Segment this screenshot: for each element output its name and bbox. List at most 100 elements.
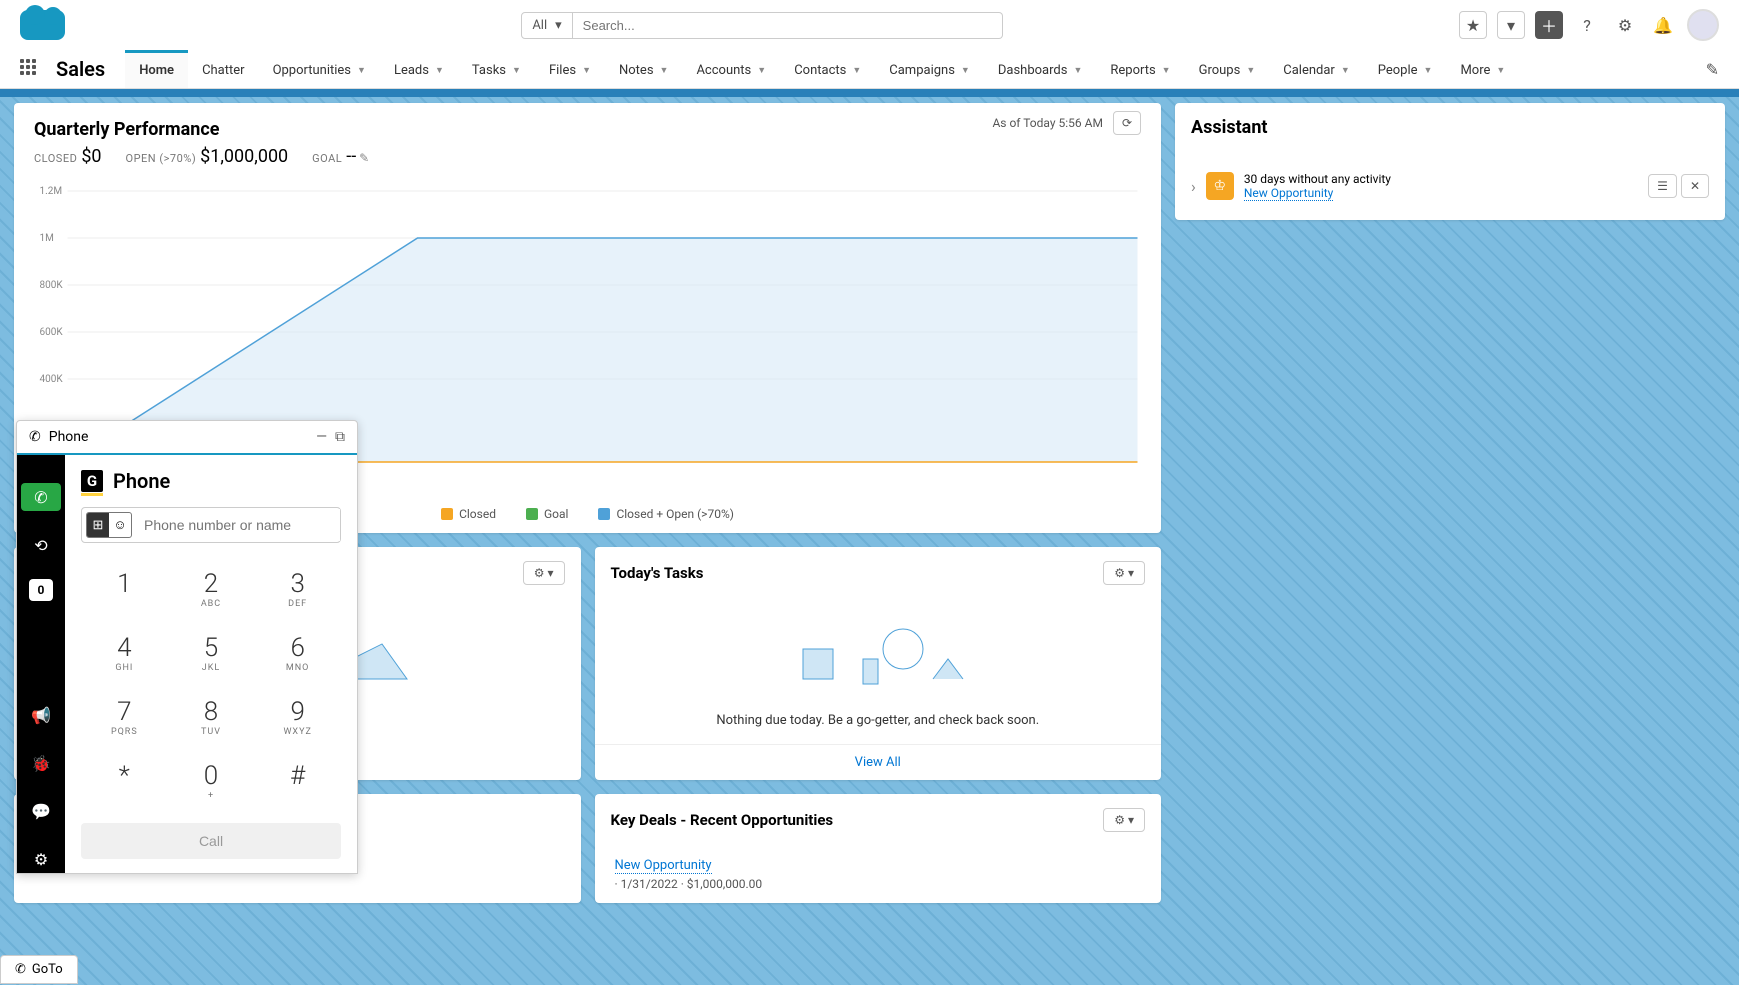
svg-text:Feb: Feb [418,467,436,469]
dialkey-0[interactable]: 0+ [168,749,255,813]
events-filter-button[interactable]: ⚙ ▾ [523,561,565,585]
app-launcher-icon[interactable] [20,59,40,79]
phone-number-input[interactable] [136,509,340,541]
svg-text:600K: 600K [40,327,64,338]
edit-nav-pencil-icon[interactable]: ✎ [1706,60,1719,79]
popout-button[interactable]: ⧉ [335,429,345,445]
chevron-down-icon: ▼ [512,65,521,76]
search-scope-label: All [532,18,547,33]
phone-tab-icon[interactable]: ✆ [21,483,61,511]
nav-tab-people[interactable]: People▼ [1364,50,1447,88]
notifications-bell-icon[interactable]: 🔔 [1649,11,1677,39]
dialkey-*[interactable]: * [81,749,168,813]
legend-closed-open: Closed + Open (>70%) [616,507,733,521]
nav-tab-chatter[interactable]: Chatter [188,50,259,88]
favorites-button[interactable]: ★ [1459,11,1487,39]
edit-goal-pencil-icon[interactable]: ✎ [359,151,369,165]
dialkey-3[interactable]: 3DEF [254,557,341,621]
chevron-down-icon: ▼ [660,65,669,76]
voicemail-count-badge[interactable]: 0 [29,579,53,601]
tasks-filter-button[interactable]: ⚙ ▾ [1103,561,1145,585]
assist-list-button[interactable]: ☰ [1648,174,1677,198]
nav-tab-contacts[interactable]: Contacts▼ [780,50,875,88]
dialkey-1[interactable]: 1 [81,557,168,621]
deals-filter-button[interactable]: ⚙ ▾ [1103,808,1145,832]
nav-tab-reports[interactable]: Reports▼ [1096,50,1184,88]
closed-value: $0 [81,146,101,167]
phone-icon: ✆ [15,962,26,977]
refresh-button[interactable]: ⟳ [1113,111,1141,135]
nav-tab-campaigns[interactable]: Campaigns▼ [875,50,984,88]
nav-tab-tasks[interactable]: Tasks▼ [458,50,535,88]
dialpad-mode-icon[interactable]: ⊞ [87,513,109,537]
assist-dismiss-button[interactable]: ✕ [1681,174,1709,198]
goal-label: GOAL [312,152,342,165]
user-avatar[interactable] [1687,9,1719,41]
dialkey-2[interactable]: 2ABC [168,557,255,621]
nav-tab-more[interactable]: More▼ [1446,50,1519,88]
chevron-down-icon: ▼ [1496,65,1505,76]
svg-text:800K: 800K [40,280,64,291]
assist-link[interactable]: New Opportunity [1244,186,1334,201]
svg-text:1.2M: 1.2M [40,186,63,197]
chevron-down-icon: ▼ [961,65,970,76]
nav-tab-dashboards[interactable]: Dashboards▼ [984,50,1097,88]
goto-footer-tab[interactable]: ✆ GoTo [0,955,78,984]
tasks-view-all-link[interactable]: View All [855,755,901,770]
chevron-down-icon: ▾ [555,18,562,33]
minimize-button[interactable]: — [316,429,327,445]
chevron-down-icon: ▼ [1424,65,1433,76]
chevron-right-icon[interactable]: › [1191,177,1196,196]
dialkey-5[interactable]: 5JKL [168,621,255,685]
open-label: OPEN (>70%) [126,152,197,165]
svg-text:Mar: Mar [758,467,778,469]
settings-gear-icon[interactable]: ⚙ [21,845,61,873]
chevron-down-icon: ▼ [357,65,366,76]
nav-tab-calendar[interactable]: Calendar▼ [1269,50,1364,88]
chevron-down-icon: ▼ [1341,65,1350,76]
phone-page-title: Phone [113,469,170,493]
contact-mode-icon[interactable]: ☺ [109,513,131,537]
call-button[interactable]: Call [81,823,341,859]
perf-title: Quarterly Performance [14,103,239,140]
setup-gear-icon[interactable]: ⚙ [1611,11,1639,39]
as-of-timestamp: As of Today 5:56 AM [992,116,1102,130]
chevron-down-icon: ▼ [1162,65,1171,76]
closed-label: CLOSED [34,152,77,165]
dialkey-8[interactable]: 8TUV [168,685,255,749]
goto-label: GoTo [32,962,63,977]
dialkey-7[interactable]: 7PQRS [81,685,168,749]
tasks-empty-text: Nothing due today. Be a go-getter, and c… [595,703,1162,744]
announce-icon[interactable]: 📢 [21,701,61,729]
phone-panel-title: Phone [49,429,89,445]
assistant-title: Assistant [1175,103,1725,152]
nav-tab-files[interactable]: Files▼ [535,50,605,88]
favorites-dropdown[interactable]: ▾ [1497,11,1525,39]
nav-tab-accounts[interactable]: Accounts▼ [682,50,780,88]
legend-closed: Closed [459,507,496,521]
nav-tab-opportunities[interactable]: Opportunities▼ [259,50,380,88]
dialkey-4[interactable]: 4GHI [81,621,168,685]
svg-text:400K: 400K [40,374,64,385]
assist-line1: 30 days without any activity [1244,172,1638,186]
history-tab-icon[interactable]: ⟲ [21,531,61,559]
goal-value: -- [346,146,356,167]
search-scope-dropdown[interactable]: All ▾ [521,12,572,39]
dialkey-9[interactable]: 9WXYZ [254,685,341,749]
nav-tab-groups[interactable]: Groups▼ [1185,50,1270,88]
phone-panel: ✆ Phone — ⧉ ✆ ⟲ 0 📢 🐞 💬 ⚙ G Phone ⊞ ☺ [16,420,358,874]
bug-icon[interactable]: 🐞 [21,749,61,777]
chevron-down-icon: ▼ [852,65,861,76]
deal-link[interactable]: New Opportunity [615,858,712,874]
chat-icon[interactable]: 💬 [21,797,61,825]
deals-title: Key Deals - Recent Opportunities [611,811,834,829]
nav-tab-notes[interactable]: Notes▼ [605,50,682,88]
nav-tab-leads[interactable]: Leads▼ [380,50,458,88]
add-button[interactable]: ＋ [1535,11,1563,39]
help-icon[interactable]: ? [1573,11,1601,39]
nav-tab-home[interactable]: Home [125,50,188,88]
tasks-title: Today's Tasks [611,564,704,582]
dialkey-#[interactable]: # [254,749,341,813]
global-search-input[interactable] [573,12,1003,39]
dialkey-6[interactable]: 6MNO [254,621,341,685]
